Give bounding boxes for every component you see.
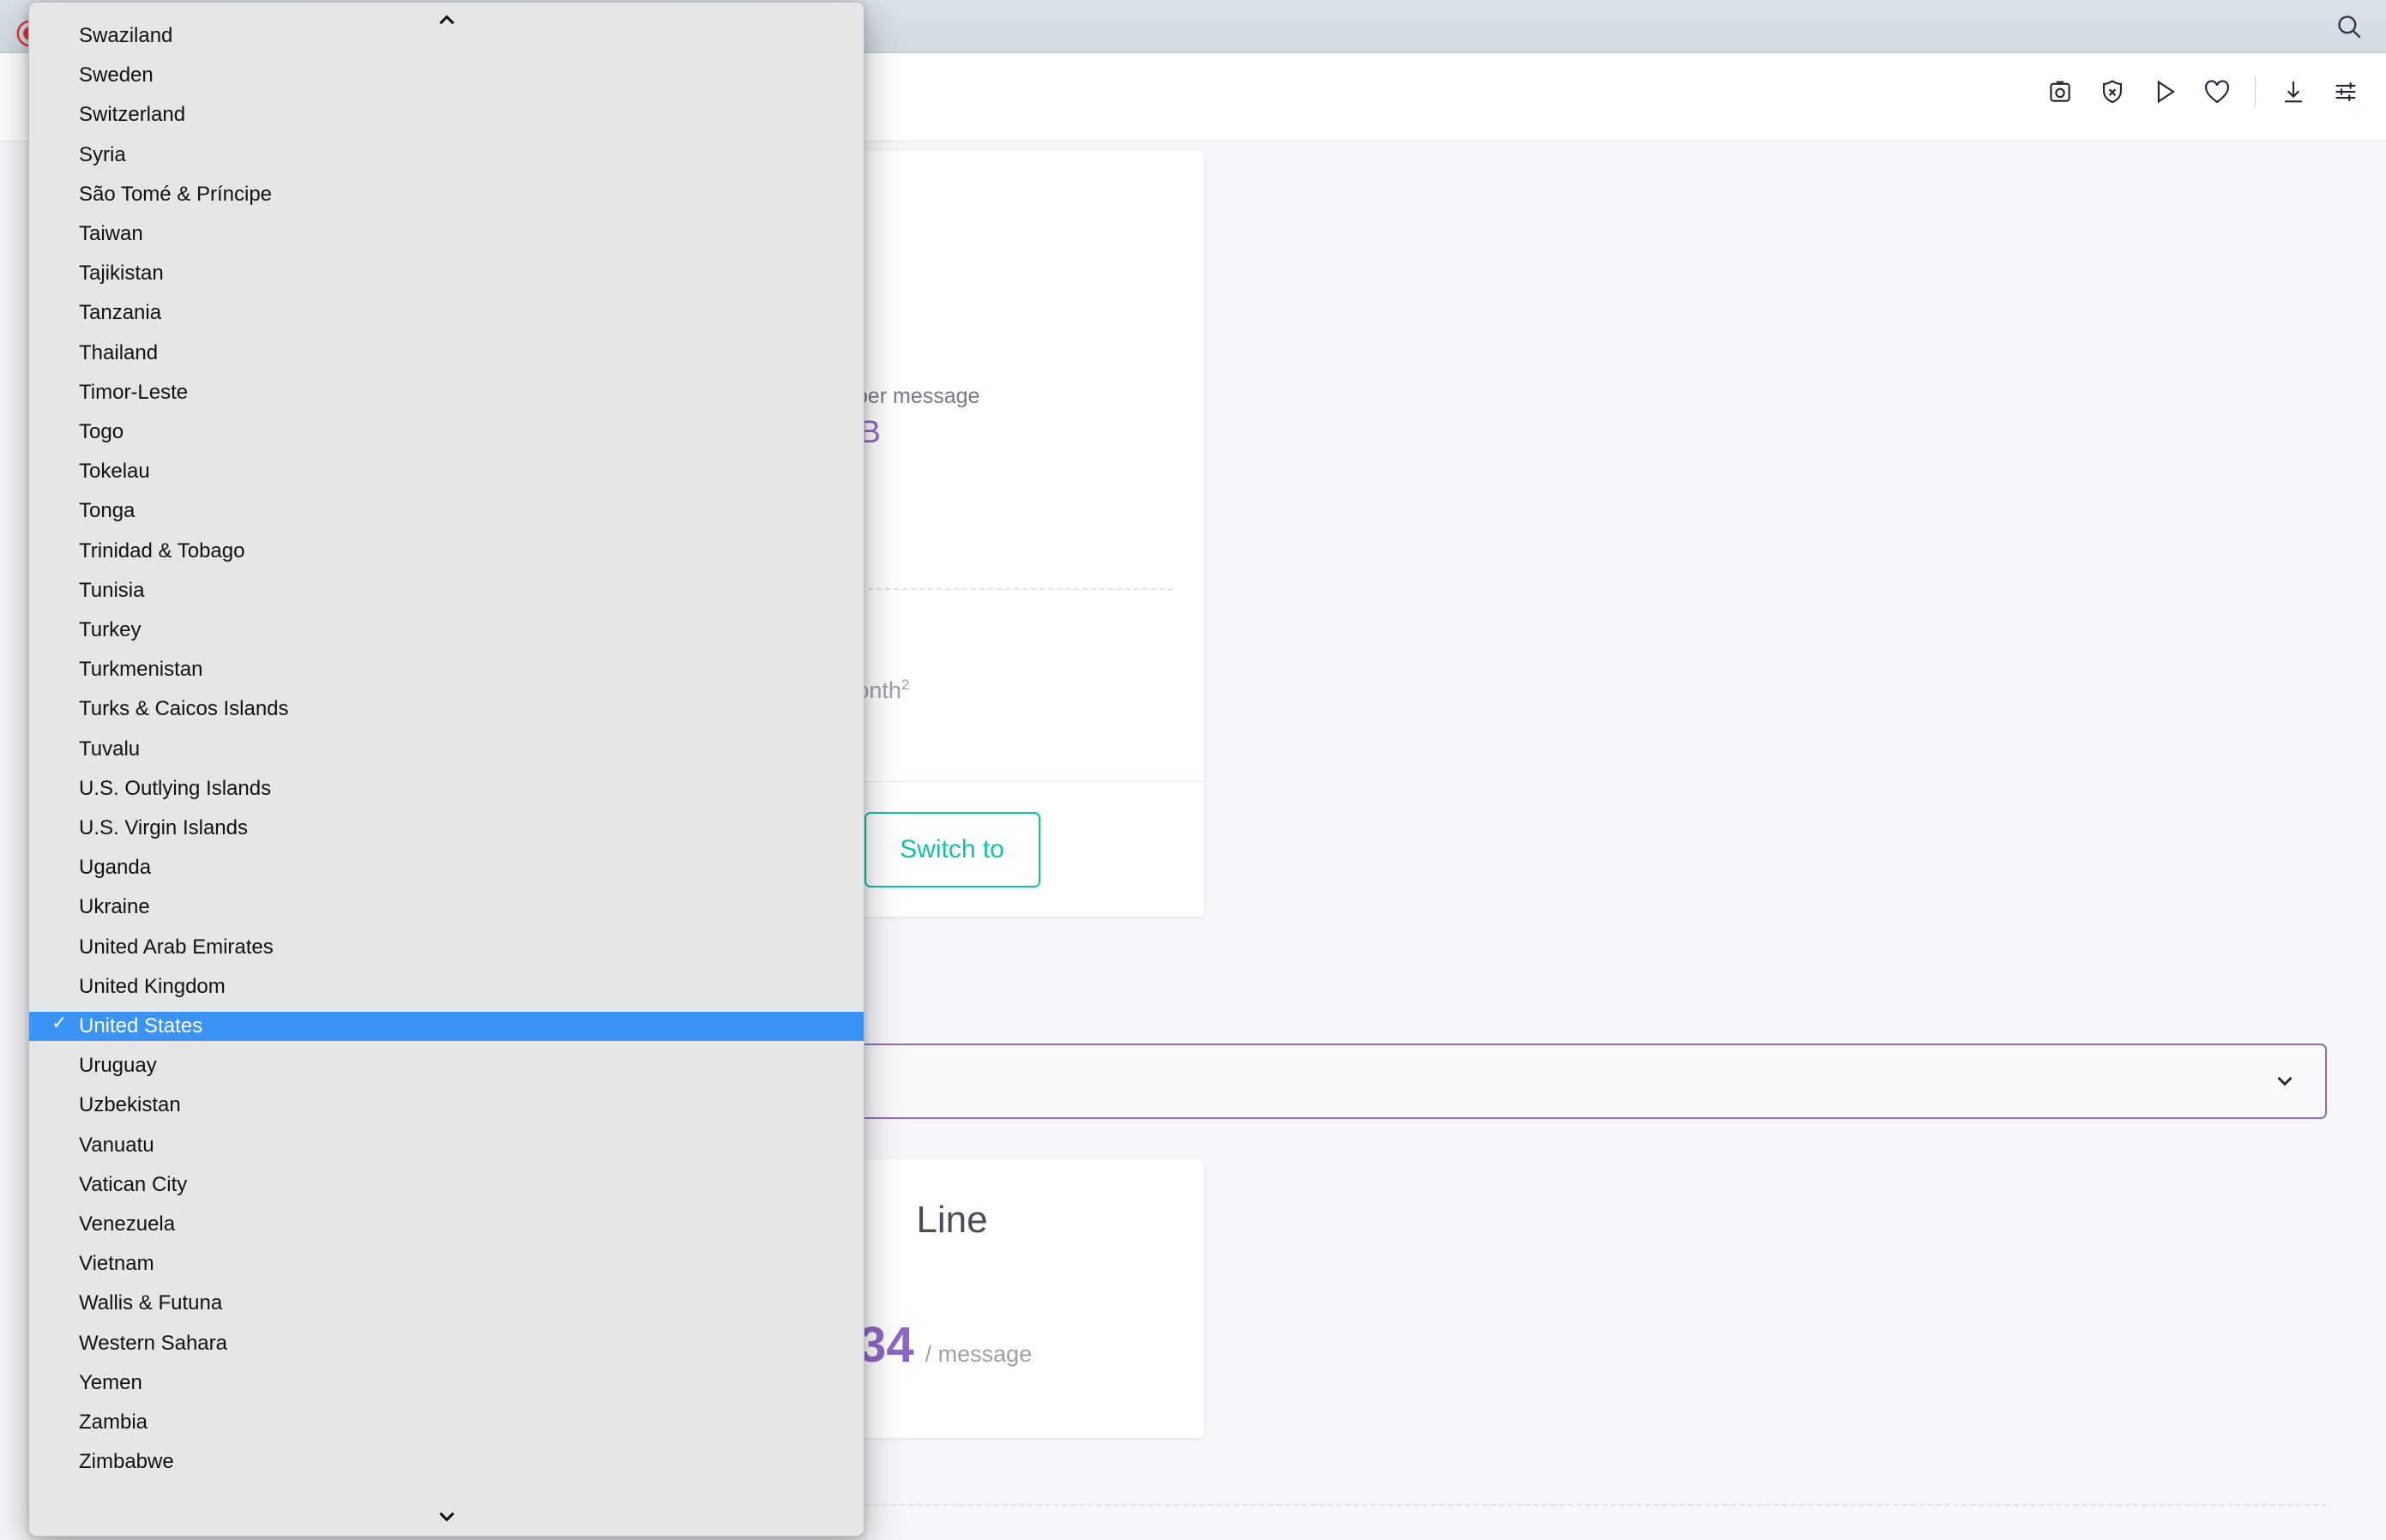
- country-option-label: Western Sahara: [79, 1331, 227, 1355]
- country-option[interactable]: Sweden: [29, 61, 864, 90]
- country-option[interactable]: Syria: [29, 141, 864, 170]
- country-option-label: Zambia: [79, 1411, 148, 1434]
- price-period-footnote: 2: [901, 677, 910, 694]
- country-option[interactable]: Vanuatu: [29, 1131, 864, 1160]
- country-option[interactable]: Western Sahara: [29, 1329, 864, 1358]
- country-option[interactable]: Yemen: [29, 1369, 864, 1398]
- country-option[interactable]: Vietnam: [29, 1249, 864, 1278]
- country-option[interactable]: São Tomé & Príncipe: [29, 180, 864, 209]
- country-option-label: Yemen: [79, 1370, 142, 1394]
- country-option[interactable]: Tunisia: [29, 576, 864, 605]
- country-option-label: São Tomé & Príncipe: [79, 182, 273, 206]
- search-icon[interactable]: [2335, 12, 2364, 41]
- country-option-label: Turks & Caicos Islands: [79, 697, 289, 721]
- country-option-label: Togo: [79, 420, 124, 443]
- country-option[interactable]: Turks & Caicos Islands: [29, 695, 864, 724]
- sliders-icon[interactable]: [2331, 77, 2360, 106]
- country-option[interactable]: Zimbabwe: [29, 1447, 864, 1477]
- country-option-label: Vietnam: [79, 1252, 154, 1276]
- send-icon[interactable]: [2150, 77, 2179, 106]
- country-option-label: Uruguay: [79, 1054, 157, 1078]
- camera-icon[interactable]: [2046, 77, 2075, 106]
- country-option-label: Tokelau: [79, 460, 150, 484]
- download-icon[interactable]: [2279, 77, 2308, 106]
- country-option-label: United Arab Emirates: [79, 935, 274, 959]
- checkmark-icon: ✓: [51, 1012, 68, 1033]
- country-option[interactable]: U.S. Virgin Islands: [29, 814, 864, 843]
- country-option-label: Thailand: [79, 340, 159, 364]
- country-option[interactable]: Swaziland: [29, 21, 864, 51]
- country-option-label: U.S. Outlying Islands: [79, 776, 272, 800]
- country-option-label: Swaziland: [79, 24, 173, 47]
- country-option[interactable]: Vatican City: [29, 1170, 864, 1200]
- country-option[interactable]: Tokelau: [29, 457, 864, 486]
- country-option[interactable]: Ukraine: [29, 893, 864, 922]
- country-option[interactable]: Togo: [29, 418, 864, 447]
- country-option[interactable]: ✓ United States: [29, 1012, 864, 1041]
- country-option[interactable]: Zambia: [29, 1408, 864, 1437]
- country-option-label: Tonga: [79, 499, 136, 523]
- country-dropdown-popup[interactable]: Swaziland Sweden Switzerland Syria São Tomé …: [28, 2, 865, 1537]
- country-option[interactable]: Switzerland: [29, 100, 864, 129]
- country-option[interactable]: Uzbekistan: [29, 1091, 864, 1120]
- country-option[interactable]: Turkmenistan: [29, 655, 864, 684]
- country-option-label: Vatican City: [79, 1172, 188, 1196]
- country-option[interactable]: Timor-Leste: [29, 378, 864, 407]
- country-option-label: Taiwan: [79, 222, 143, 245]
- country-option-label: Tajikistan: [79, 262, 164, 286]
- country-option[interactable]: U.S. Outlying Islands: [29, 774, 864, 803]
- country-option[interactable]: Thailand: [29, 339, 864, 368]
- toolbar-icon-group: [2046, 77, 2360, 106]
- country-option-label: Wallis & Futuna: [79, 1291, 223, 1315]
- country-option[interactable]: Trinidad & Tobago: [29, 537, 864, 566]
- country-option-label: Syria: [79, 142, 126, 166]
- country-option[interactable]: Venezuela: [29, 1210, 864, 1239]
- country-option-label: Trinidad & Tobago: [79, 538, 245, 562]
- country-option-label: Tunisia: [79, 578, 145, 602]
- country-option[interactable]: Uruguay: [29, 1051, 864, 1080]
- country-option-label: Uzbekistan: [79, 1093, 181, 1117]
- country-option-label: Venezuela: [79, 1212, 176, 1236]
- country-option-label: Turkey: [79, 618, 142, 641]
- shield-x-icon[interactable]: [2098, 77, 2127, 106]
- toolbar-divider: [2255, 77, 2256, 106]
- price-period: / message: [925, 1341, 1033, 1368]
- country-option-label: U.S. Virgin Islands: [79, 816, 248, 839]
- switch-to-button[interactable]: Switch to: [864, 811, 1040, 887]
- country-option-label: Zimbabwe: [79, 1450, 174, 1474]
- country-option-label: Tanzania: [79, 301, 162, 325]
- country-option-label: Tuvalu: [79, 737, 141, 761]
- country-option[interactable]: Tuvalu: [29, 735, 864, 764]
- screen-root: P in: [0, 0, 2386, 1540]
- country-option[interactable]: Uganda: [29, 853, 864, 882]
- country-option-label: Vanuatu: [79, 1133, 154, 1157]
- country-option[interactable]: Tonga: [29, 496, 864, 526]
- country-option-label: Turkmenistan: [79, 658, 203, 682]
- country-option-label: United States: [79, 1014, 203, 1038]
- country-option-label: Ukraine: [79, 895, 150, 919]
- country-option-label: United Kingdom: [79, 974, 226, 998]
- country-option-label: Switzerland: [79, 103, 186, 127]
- country-option[interactable]: Taiwan: [29, 220, 864, 249]
- country-option-label: Timor-Leste: [79, 380, 189, 404]
- heart-icon[interactable]: [2202, 77, 2232, 106]
- country-option[interactable]: Wallis & Futuna: [29, 1289, 864, 1318]
- country-option[interactable]: United Kingdom: [29, 972, 864, 1002]
- country-option[interactable]: Tanzania: [29, 298, 864, 328]
- country-option[interactable]: United Arab Emirates: [29, 933, 864, 962]
- country-option-label: Sweden: [79, 63, 154, 87]
- chevron-down-icon[interactable]: [29, 1503, 864, 1529]
- country-option[interactable]: Turkey: [29, 616, 864, 645]
- country-option[interactable]: Tajikistan: [29, 259, 864, 288]
- country-option-label: Uganda: [79, 856, 152, 880]
